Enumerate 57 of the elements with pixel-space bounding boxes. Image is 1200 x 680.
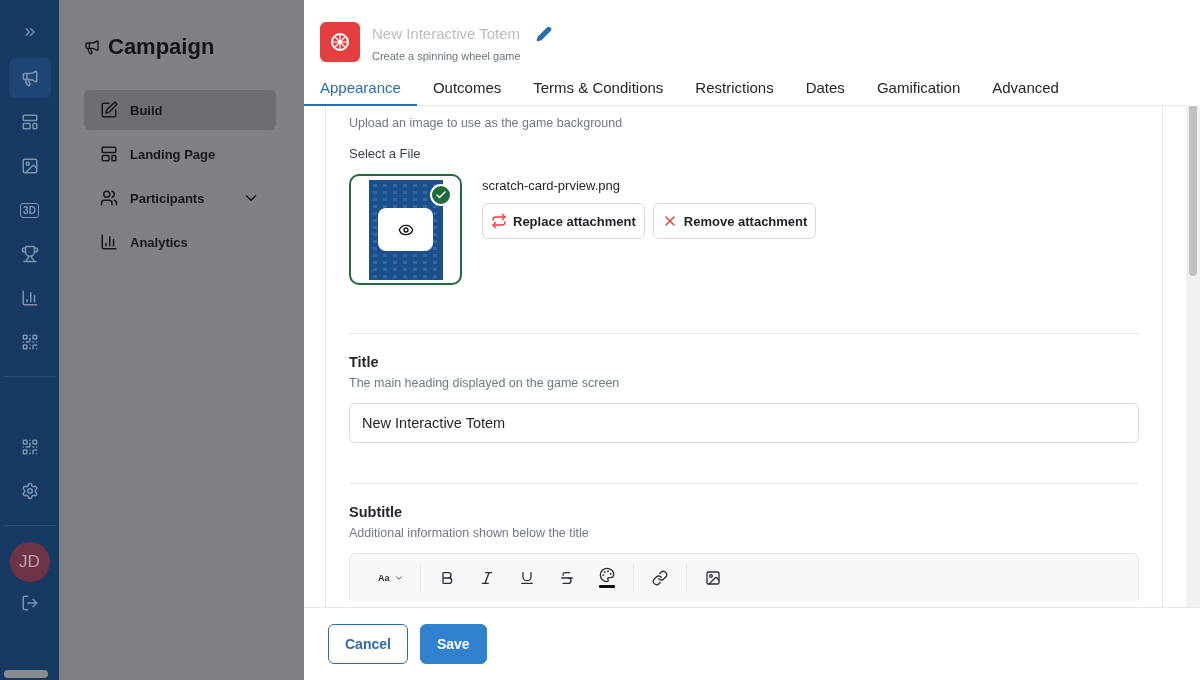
sidebar-item[interactable]: Landing Page bbox=[84, 134, 276, 174]
scrollbar[interactable] bbox=[1186, 106, 1200, 607]
field-hint: Additional information shown below the title bbox=[349, 526, 590, 540]
qr-code-icon bbox=[20, 438, 39, 456]
rail-item[interactable] bbox=[8, 58, 51, 98]
preview-button[interactable] bbox=[378, 208, 433, 251]
edit-icon[interactable] bbox=[536, 25, 553, 42]
field-label: Select a File bbox=[349, 146, 422, 161]
save-button[interactable]: Save bbox=[419, 624, 487, 664]
rail-item[interactable]: 3D bbox=[8, 190, 51, 230]
replace-attachment-button[interactable]: Replace attachment bbox=[482, 203, 645, 239]
field-hint: Upload an image to use as the game background bbox=[349, 116, 624, 130]
chart-icon bbox=[20, 289, 39, 307]
edit-icon bbox=[100, 101, 118, 119]
tab[interactable]: Appearance bbox=[304, 70, 417, 106]
link-icon bbox=[651, 569, 668, 586]
chart-icon bbox=[100, 233, 118, 251]
cancel-button[interactable]: Cancel bbox=[328, 624, 408, 664]
checkmark-icon bbox=[435, 189, 447, 201]
image-icon bbox=[704, 569, 721, 586]
strikethrough-icon bbox=[558, 569, 575, 586]
field-label: Subtitle bbox=[349, 504, 404, 520]
qr-code-icon bbox=[20, 333, 39, 351]
settings-icon bbox=[20, 482, 39, 500]
megaphone-icon bbox=[20, 69, 39, 87]
3d-icon: 3D bbox=[20, 202, 39, 218]
repeat-icon bbox=[491, 213, 507, 229]
tab[interactable]: Outcomes bbox=[416, 70, 518, 106]
image-preview[interactable] bbox=[349, 174, 462, 285]
layout-icon bbox=[20, 113, 39, 131]
tab[interactable]: Terms & Conditions bbox=[517, 70, 680, 106]
users-icon bbox=[100, 189, 118, 207]
title-input[interactable]: New Interactive Totem bbox=[349, 403, 1139, 443]
image-icon bbox=[20, 157, 39, 175]
scrollbar[interactable] bbox=[4, 670, 48, 678]
logout-icon[interactable] bbox=[20, 594, 39, 612]
file-name: scratch-card-prview.png bbox=[482, 178, 621, 193]
wheel-logo bbox=[320, 22, 360, 62]
user-avatar[interactable]: JD bbox=[9, 542, 50, 582]
sidebar-title: Campaign bbox=[108, 34, 215, 60]
field-label: Title bbox=[349, 354, 380, 370]
palette-icon bbox=[598, 567, 615, 588]
tab[interactable]: Advanced bbox=[976, 70, 1075, 106]
trophy-icon bbox=[20, 245, 39, 263]
game-description: Create a spinning wheel game bbox=[372, 50, 522, 62]
remove-attachment-button[interactable]: Remove attachment bbox=[652, 203, 817, 239]
sidebar-item[interactable]: Participants bbox=[84, 178, 276, 218]
sidebar-item[interactable]: Analytics bbox=[84, 222, 276, 262]
tab[interactable]: Gamification bbox=[860, 70, 977, 106]
megaphone-icon bbox=[84, 39, 100, 55]
underline-icon bbox=[518, 569, 535, 586]
font-size-button[interactable]: Aa bbox=[368, 563, 414, 592]
tab[interactable]: Restrictions bbox=[679, 70, 790, 106]
field-hint: The main heading displayed on the game screen bbox=[349, 376, 621, 390]
layout-icon bbox=[100, 145, 118, 163]
tab[interactable]: Dates bbox=[789, 70, 861, 106]
game-name: New Interactive Totem bbox=[372, 25, 521, 42]
